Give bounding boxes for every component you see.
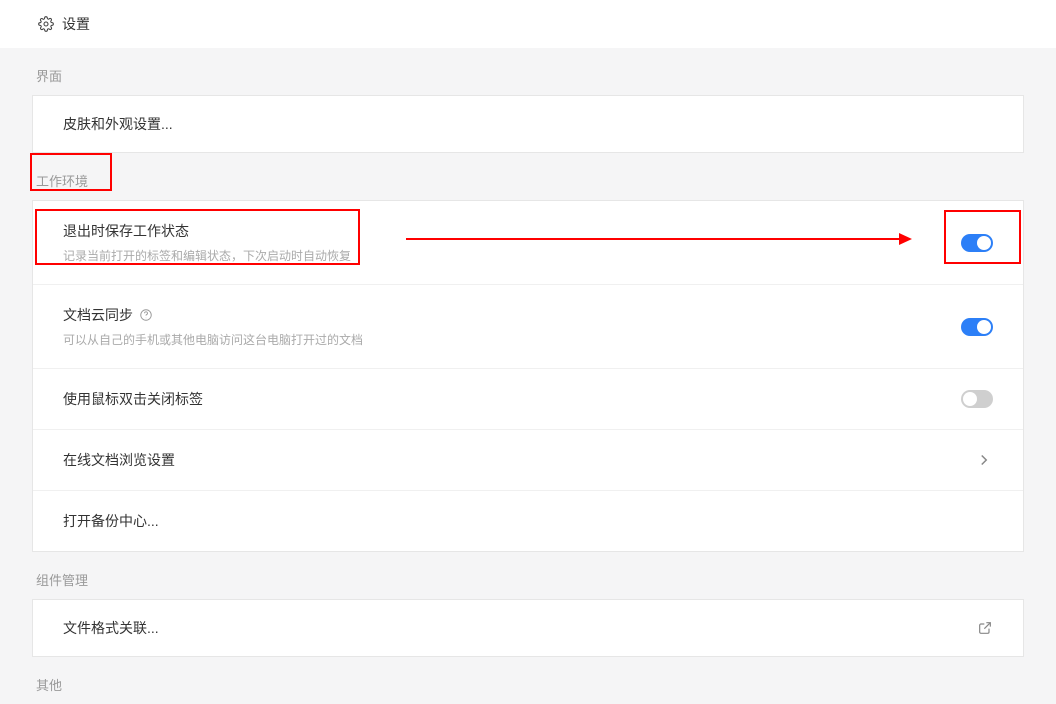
- row-online-preview[interactable]: 在线文档浏览设置: [33, 430, 1023, 491]
- row-title-dbl-click: 使用鼠标双击关闭标签: [63, 389, 203, 409]
- row-title-cloud-sync: 文档云同步: [63, 305, 363, 325]
- row-desc-cloud-sync: 可以从自己的手机或其他电脑访问这台电脑打开过的文档: [63, 331, 363, 348]
- chevron-right-icon: [975, 451, 993, 469]
- card-interface: 皮肤和外观设置...: [32, 95, 1024, 153]
- row-title-online-preview: 在线文档浏览设置: [63, 450, 175, 470]
- section-label-component-mgmt: 组件管理: [32, 552, 1024, 599]
- header-title: 设置: [62, 14, 90, 34]
- row-title-skin: 皮肤和外观设置...: [63, 114, 173, 134]
- card-work-env: 退出时保存工作状态 记录当前打开的标签和编辑状态，下次启动时自动恢复 文档云同步…: [32, 200, 1024, 552]
- row-title-backup-center: 打开备份中心...: [63, 511, 159, 531]
- settings-header: 设置: [0, 0, 1056, 48]
- toggle-dbl-click-close[interactable]: [961, 390, 993, 408]
- row-skin-settings[interactable]: 皮肤和外观设置...: [33, 96, 1023, 152]
- gear-icon: [38, 16, 54, 32]
- toggle-save-state[interactable]: [961, 234, 993, 252]
- row-file-assoc[interactable]: 文件格式关联...: [33, 600, 1023, 656]
- row-backup-center[interactable]: 打开备份中心...: [33, 491, 1023, 551]
- help-icon[interactable]: [139, 308, 153, 322]
- external-link-icon: [977, 620, 993, 636]
- section-label-work-env: 工作环境: [32, 153, 1024, 200]
- card-component-mgmt: 文件格式关联...: [32, 599, 1024, 657]
- row-desc-save-state: 记录当前打开的标签和编辑状态，下次启动时自动恢复: [63, 247, 351, 264]
- toggle-cloud-sync[interactable]: [961, 318, 993, 336]
- section-label-interface: 界面: [32, 48, 1024, 95]
- cloud-sync-label: 文档云同步: [63, 305, 133, 325]
- row-title-save-state: 退出时保存工作状态: [63, 221, 351, 241]
- row-save-state: 退出时保存工作状态 记录当前打开的标签和编辑状态，下次启动时自动恢复: [33, 201, 1023, 285]
- row-title-file-assoc: 文件格式关联...: [63, 618, 159, 638]
- row-dbl-click-close: 使用鼠标双击关闭标签: [33, 369, 1023, 430]
- row-cloud-sync: 文档云同步 可以从自己的手机或其他电脑访问这台电脑打开过的文档: [33, 285, 1023, 369]
